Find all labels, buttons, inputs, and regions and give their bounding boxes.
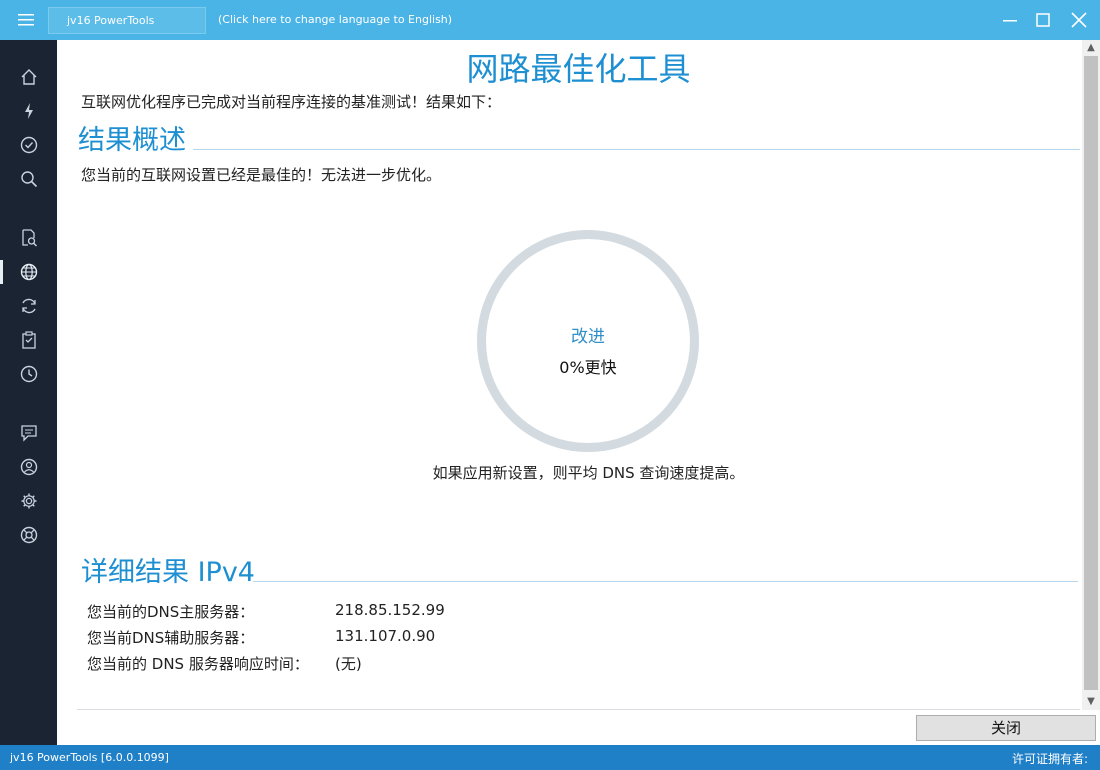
sidebar-item-account[interactable] [14,453,44,481]
sidebar-item-home[interactable] [14,63,44,91]
globe-icon [20,263,38,281]
hamburger-icon [18,14,34,26]
maximize-icon [1036,13,1050,27]
page-title: 网路最佳化工具 [466,50,691,88]
detail-value-primary-dns: 218.85.152.99 [335,601,445,619]
license-text: 许可证拥有者: [1011,752,1088,766]
sidebar-item-clipboard[interactable] [14,326,44,354]
lightning-icon [25,103,33,119]
scroll-down-arrow[interactable]: ▼ [1082,694,1100,710]
summary-divider [193,149,1080,150]
explanation-text: 如果应用新设置，则平均 DNS 查询速度提高。 [432,464,745,482]
version-text: jv16 PowerTools [6.0.0.1099] [10,751,169,764]
detail-value-response-time: (无) [335,655,362,673]
file-search-icon [22,229,37,247]
detail-value-secondary-dns: 131.107.0.90 [335,627,436,645]
gauge-label: 改进 [571,327,605,347]
detail-label-secondary-dns: 您当前DNS辅助服务器： [87,629,255,647]
minimize-icon [1003,20,1017,22]
gauge-value: 0%更快 [559,358,617,377]
refresh-icon [22,298,36,314]
scroll-thumb[interactable] [1084,56,1098,690]
clock-icon [20,365,38,383]
sidebar-item-history[interactable] [14,360,44,388]
gear-icon [21,493,37,509]
details-heading: 详细结果 IPv4 [81,557,255,588]
status-bar: jv16 PowerTools [6.0.0.1099] 许可证拥有者: [0,745,1100,770]
intro-text: 互联网优化程序已完成对当前程序连接的基准测试！结果如下： [81,93,502,111]
sidebar [0,40,57,745]
detail-label-primary-dns: 您当前的DNS主服务器： [87,603,255,621]
maximize-button[interactable] [1027,6,1059,34]
sidebar-item-help[interactable] [14,521,44,549]
summary-status-text: 您当前的互联网设置已经是最佳的！无法进一步优化。 [81,166,442,184]
sidebar-item-refresh[interactable] [14,292,44,320]
close-icon [1071,12,1087,28]
sidebar-item-network[interactable] [14,258,44,286]
user-circle-icon [20,458,38,476]
home-icon [21,69,37,85]
sidebar-item-search[interactable] [14,165,44,193]
language-change-link[interactable]: (Click here to change language to Englis… [218,13,452,26]
main-panel: 网路最佳化工具 互联网优化程序已完成对当前程序连接的基准测试！结果如下： 结果概… [57,40,1100,745]
hamburger-menu-button[interactable] [8,6,44,34]
details-divider [253,581,1078,582]
vertical-scrollbar[interactable]: ▲ ▼ [1082,40,1100,710]
search-icon [21,171,38,188]
sidebar-item-feedback[interactable] [14,419,44,447]
footer-divider [77,709,1080,710]
sidebar-item-settings[interactable] [14,487,44,515]
close-button[interactable]: 关闭 [916,715,1096,741]
sidebar-item-check[interactable] [14,131,44,159]
message-icon [21,425,37,442]
title-bar: jv16 PowerTools (Click here to change la… [0,0,1100,40]
clipboard-icon [22,331,36,349]
check-circle-icon [20,136,38,154]
summary-heading: 结果概述 [78,125,186,156]
detail-label-response-time: 您当前的 DNS 服务器响应时间： [87,655,309,673]
sidebar-item-file-search[interactable] [14,224,44,252]
minimize-button[interactable] [994,6,1026,34]
close-window-button[interactable] [1063,6,1095,34]
sidebar-item-boost[interactable] [14,97,44,125]
app-title-tab[interactable]: jv16 PowerTools [48,7,206,34]
active-indicator [0,260,3,284]
lifebuoy-icon [20,526,38,544]
scroll-up-arrow[interactable]: ▲ [1082,40,1100,56]
